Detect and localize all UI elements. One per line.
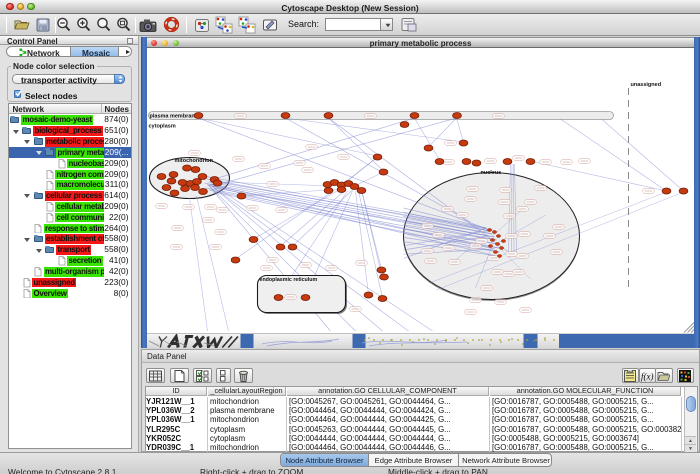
- svg-text:mitochondrion: mitochondrion: [174, 158, 213, 164]
- svg-text:plasma membrane: plasma membrane: [149, 114, 197, 120]
- svg-text:cytoplasm: cytoplasm: [148, 124, 175, 130]
- svg-text:nucleus: nucleus: [480, 170, 501, 176]
- svg-text:f(x): f(x): [641, 371, 654, 381]
- svg-text:unassigned: unassigned: [630, 82, 661, 88]
- svg-text:endoplasmic reticulum: endoplasmic reticulum: [259, 277, 317, 283]
